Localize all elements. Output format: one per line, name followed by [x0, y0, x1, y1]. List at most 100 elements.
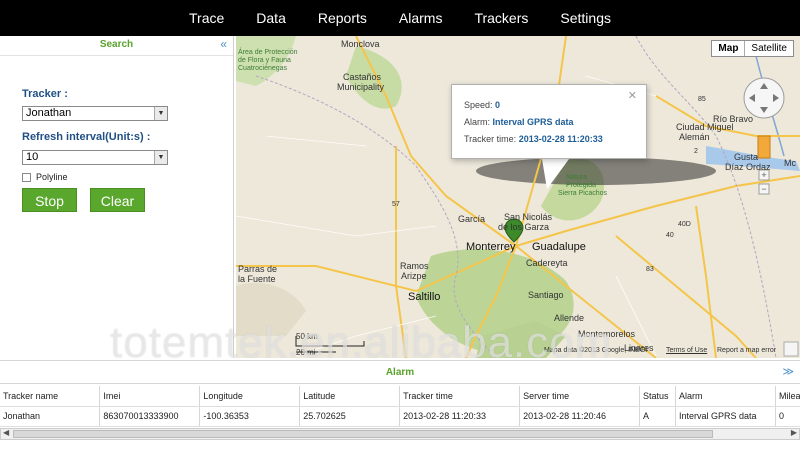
- svg-text:−: −: [761, 184, 766, 194]
- map-label-monclova: Monclova: [341, 39, 380, 49]
- map-view[interactable]: + − Monclova Castaños Municipality Área …: [236, 36, 800, 358]
- report-map-error-link[interactable]: Report a map error: [717, 347, 776, 354]
- map-copyright: Mapa data ©2013 Google, INEGI: [544, 347, 648, 354]
- info-alarm-row: Alarm: Interval GPRS data: [464, 117, 574, 127]
- info-window-tail: [542, 159, 569, 189]
- column-tracker-time[interactable]: Tracker time: [399, 386, 521, 407]
- cell-alarm: Interval GPRS data: [675, 406, 776, 427]
- polyline-label: Polyline: [36, 172, 68, 182]
- column-server-time[interactable]: Server time: [519, 386, 641, 407]
- map-label-saltillo: Saltillo: [408, 291, 441, 303]
- cell-imei: 863070013333900: [99, 406, 201, 427]
- search-panel-title: Search: [99, 39, 134, 50]
- map-label-flora: de Flora y Fauna: [238, 57, 291, 64]
- chevron-down-icon[interactable]: ▼: [154, 107, 167, 120]
- info-speed-label: Speed:: [464, 100, 493, 110]
- map-label-la-fuente: la Fuente: [238, 274, 276, 284]
- column-imei[interactable]: Imei: [99, 386, 201, 407]
- map-label-monterrey: Monterrey: [466, 241, 516, 253]
- alarm-panel-header: Alarm ≫: [0, 360, 800, 384]
- map-label-municipality: Municipality: [337, 82, 385, 92]
- map-label-de-los-garza: de los Garza: [498, 222, 550, 232]
- map-label-santiago: Santiago: [528, 290, 564, 300]
- search-panel-header: Search «: [0, 36, 233, 56]
- alarm-panel: Alarm ≫ Tracker name Imei Longitude Lati…: [0, 360, 800, 474]
- map-type-satellite-button[interactable]: Satellite: [745, 41, 793, 56]
- expand-icon[interactable]: ≫: [782, 365, 794, 378]
- map-label-picachos: Sierra Picachos: [558, 190, 608, 197]
- map-label-protegida: Protegida: [566, 182, 596, 189]
- column-tracker-name[interactable]: Tracker name: [0, 386, 101, 407]
- map-label-proteccion: Área de Protección: [238, 49, 298, 56]
- nav-settings[interactable]: Settings: [544, 0, 627, 36]
- map-label-aleman: Alemán: [679, 132, 710, 142]
- map-label-cuatro: Cuatrociénegas: [238, 65, 288, 72]
- cell-tracker-time: 2013-02-28 11:20:33: [399, 406, 521, 427]
- cell-longitude: -100.36353: [199, 406, 301, 427]
- cell-tracker-name: Jonathan: [0, 406, 101, 427]
- map-label-san-nicolas: San Nicolás: [504, 212, 553, 222]
- stop-button[interactable]: Stop: [22, 188, 77, 212]
- alarm-panel-title: Alarm: [385, 367, 415, 378]
- close-icon[interactable]: ✕: [628, 89, 637, 102]
- map-label-castanos: Castaños: [343, 72, 382, 82]
- map-label-allende: Allende: [554, 313, 585, 323]
- column-status[interactable]: Status: [639, 386, 677, 407]
- map-label-garcia: García: [458, 214, 486, 224]
- scroll-right-icon[interactable]: ▶: [791, 428, 797, 437]
- map-label-parras: Parras de: [238, 264, 278, 274]
- info-speed-value: 0: [495, 100, 501, 110]
- scroll-left-icon[interactable]: ◀: [3, 428, 9, 437]
- scale-mi: 20 mi: [296, 348, 316, 357]
- nav-trackers[interactable]: Trackers: [458, 0, 544, 36]
- map-label-arizpe: Arizpe: [401, 271, 427, 281]
- clear-button[interactable]: Clear: [90, 188, 145, 212]
- column-latitude[interactable]: Latitude: [299, 386, 401, 407]
- terms-link[interactable]: Terms of Use: [666, 347, 707, 354]
- tracker-label: Tracker :: [22, 88, 68, 100]
- collapse-left-icon[interactable]: «: [220, 37, 227, 51]
- nav-data[interactable]: Data: [240, 0, 302, 36]
- cell-status: A: [639, 406, 677, 427]
- tracker-select[interactable]: Jonathan ▼: [22, 106, 168, 121]
- map-label-diaz-ordaz: Díaz Ordaz: [725, 162, 771, 172]
- nav-alarms[interactable]: Alarms: [383, 0, 459, 36]
- map-label-montemorelos: Montemorelos: [578, 329, 636, 339]
- column-mileage[interactable]: Milea: [775, 386, 800, 407]
- scale-km: 50 km: [296, 332, 318, 341]
- polyline-checkbox[interactable]: [22, 173, 31, 182]
- route-40d-badge: 40D: [678, 221, 691, 228]
- refresh-interval-value: 10: [26, 151, 39, 163]
- map-label-cadereyta: Cadereyta: [526, 258, 568, 268]
- column-alarm[interactable]: Alarm: [675, 386, 776, 407]
- info-time-label: Tracker time:: [464, 134, 517, 144]
- tracker-select-value: Jonathan: [26, 107, 72, 119]
- horizontal-scrollbar[interactable]: ◀ ▶: [0, 428, 800, 440]
- nav-reports[interactable]: Reports: [302, 0, 383, 36]
- info-time-value: 2013-02-28 11:20:33: [518, 134, 603, 144]
- route-40-badge: 40: [666, 232, 674, 239]
- alarm-table-header: Tracker name Imei Longitude Latitude Tra…: [0, 386, 800, 407]
- route-83-badge: 83: [646, 266, 654, 273]
- info-alarm-value: Interval GPRS data: [492, 117, 574, 127]
- map-label-ciudad-miguel: Ciudad Miguel: [676, 122, 734, 132]
- map-type-map-button[interactable]: Map: [712, 41, 746, 56]
- route-57-badge: 57: [392, 201, 400, 208]
- table-row[interactable]: Jonathan 863070013333900 -100.36353 25.7…: [0, 406, 800, 427]
- map-label-natura: Natura: [566, 174, 588, 181]
- map-type-control: Map Satellite: [711, 40, 794, 57]
- map-label-guadalupe: Guadalupe: [532, 241, 586, 253]
- map-label-ramos: Ramos: [400, 261, 429, 271]
- nav-trace[interactable]: Trace: [173, 0, 240, 36]
- route-85-badge: 85: [698, 96, 706, 103]
- chevron-down-icon[interactable]: ▼: [154, 151, 167, 164]
- info-alarm-label: Alarm:: [464, 117, 491, 127]
- cell-latitude: 25.702625: [299, 406, 401, 427]
- column-longitude[interactable]: Longitude: [199, 386, 301, 407]
- map-label-mc: Mc: [784, 158, 796, 168]
- top-nav: Trace Data Reports Alarms Trackers Setti…: [0, 0, 800, 36]
- cell-server-time: 2013-02-28 11:20:46: [519, 406, 641, 427]
- info-speed-row: Speed: 0: [464, 100, 500, 110]
- refresh-interval-select[interactable]: 10 ▼: [22, 150, 168, 165]
- scrollbar-thumb[interactable]: [13, 430, 713, 438]
